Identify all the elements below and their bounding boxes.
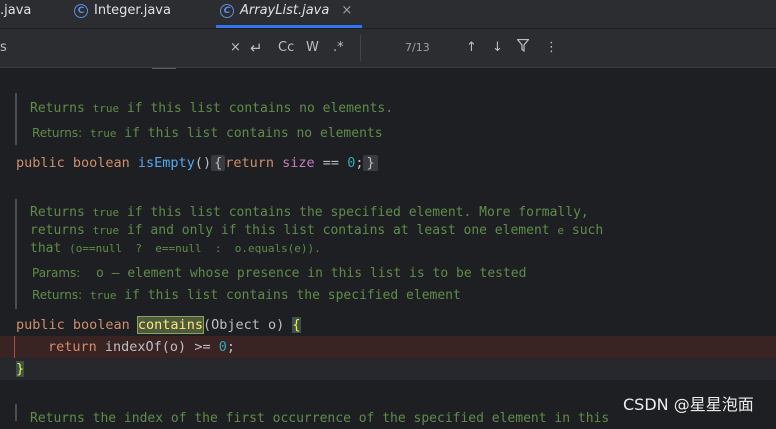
tab-arraylist-java[interactable]: C ArrayList.java ×: [215, 0, 363, 28]
regex-toggle[interactable]: .*: [333, 39, 344, 57]
breakpoint-rail: [14, 336, 15, 358]
tab-label: .java: [0, 3, 32, 18]
doc-line: Returns true if this list contains the s…: [30, 205, 589, 220]
tab-label: ArrayList.java: [240, 3, 330, 18]
code-line-return: return indexOf(o) >= 0;: [48, 339, 235, 355]
next-match-icon[interactable]: ↓: [492, 39, 503, 57]
doc-line: Returns the index of the first occurrenc…: [30, 411, 610, 426]
matched-brace: {: [292, 317, 301, 333]
class-icon: C: [220, 3, 234, 18]
divider: [360, 35, 361, 61]
filter-icon[interactable]: [516, 38, 530, 58]
folded-region: {: [211, 155, 226, 171]
clear-search-icon[interactable]: ×: [230, 39, 241, 57]
doc-line: Returns true if this list contains no el…: [30, 101, 394, 116]
doc-line: returns true if and only if this list co…: [30, 223, 604, 238]
fold-marker: [152, 68, 176, 72]
class-icon: C: [74, 3, 88, 18]
doc-returns-line: Returns: true if this list contains no e…: [32, 126, 383, 141]
doc-comment-bar: [15, 404, 17, 421]
match-case-toggle[interactable]: Cc: [278, 39, 294, 57]
tab-java-file[interactable]: .java: [0, 0, 31, 28]
editor-tab-bar: .java C Integer.java C ArrayList.java ×: [0, 0, 776, 29]
code-editor[interactable]: Returns true if this list contains no el…: [0, 68, 776, 426]
matched-brace: }: [16, 361, 25, 377]
whole-words-toggle[interactable]: W: [306, 39, 319, 57]
doc-line: that (o==null ? e==null : o.equals(e)).: [30, 241, 321, 256]
code-line-close-brace: }: [16, 359, 25, 379]
find-bar: s × ↵ Cc W .* 7/13 ↑ ↓ ⋮: [0, 29, 776, 68]
doc-returns-line: Returns: true if this list contains the …: [32, 288, 461, 303]
doc-comment-bar: [15, 199, 17, 309]
search-match-highlight: contains: [136, 316, 204, 334]
doc-comment-bar: [15, 93, 17, 145]
match-counter: 7/13: [405, 41, 430, 54]
close-tab-icon[interactable]: ×: [341, 3, 352, 18]
watermark: CSDN @星星泡面: [623, 395, 754, 414]
code-line-isempty: public boolean isEmpty(){return size == …: [16, 153, 378, 173]
tab-label: Integer.java: [94, 3, 171, 18]
tab-integer-java[interactable]: C Integer.java: [74, 0, 171, 28]
code-line-contains: public boolean contains(Object o) {: [16, 316, 301, 334]
previous-match-icon[interactable]: ↑: [466, 39, 477, 57]
search-input[interactable]: s: [0, 39, 7, 57]
doc-params-line: Params: o – element whose presence in th…: [32, 266, 527, 281]
new-line-icon[interactable]: ↵: [250, 39, 263, 57]
more-options-icon[interactable]: ⋮: [545, 39, 558, 57]
caret-line-highlight: [0, 358, 776, 380]
